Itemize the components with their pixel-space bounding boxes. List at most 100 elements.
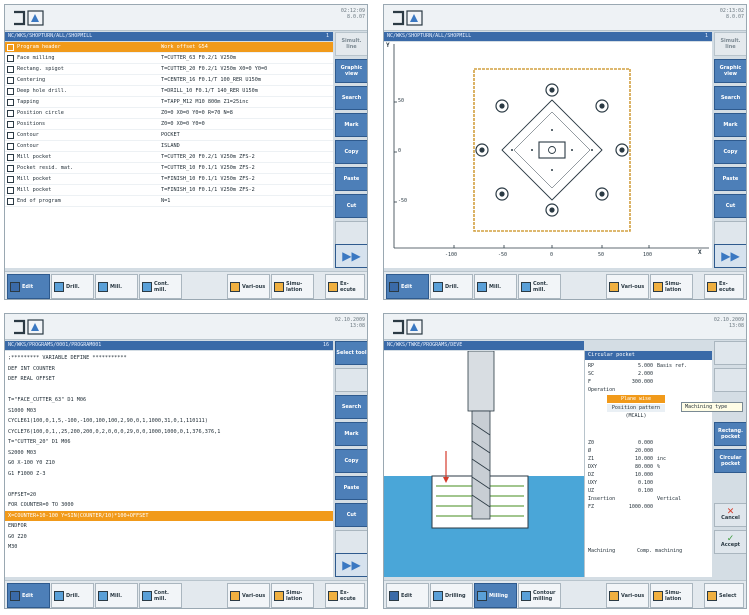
softkey-copy[interactable]: Copy xyxy=(335,449,367,473)
softkey-mark[interactable]: Mark xyxy=(714,113,746,137)
program-step-row[interactable]: Deep hole drill. T=DRILL_10 F0.1/T 140_RE… xyxy=(5,86,333,97)
code-line[interactable]: CYCLE76(100,0,1,,25,200,200,0,2,0,0,0,29… xyxy=(8,427,330,437)
softkey-drill[interactable]: Drill. xyxy=(430,274,473,299)
program-step-row[interactable]: Centering T=CENTER_16 F0.1/T 100_RER U150… xyxy=(5,75,333,86)
softkey-ex-ecute[interactable]: Ex-ecute xyxy=(325,583,365,608)
softkey-vari-ous[interactable]: Vari-ous xyxy=(606,274,649,299)
softkey-blank[interactable] xyxy=(335,530,367,554)
graphic-canvas[interactable]: Y X 50 0 -50 -100 -50 0 50 100 xyxy=(384,42,712,268)
softkey-blank[interactable] xyxy=(335,368,367,392)
softkey-drill[interactable]: Drill. xyxy=(51,274,94,299)
code-line[interactable]: ENDFOR xyxy=(8,521,330,531)
softkey-copy[interactable]: Copy xyxy=(335,140,367,164)
softkey-cut[interactable]: Cut xyxy=(335,194,367,218)
softkey-paste[interactable]: Paste xyxy=(335,167,367,191)
softkey-cut[interactable]: Cut xyxy=(714,194,746,218)
code-line[interactable]: M30 xyxy=(8,542,330,552)
code-line[interactable]: T="FACE_CUTTER_63" D1 M06 xyxy=(8,395,330,405)
param-row[interactable]: DZ 10.000 xyxy=(585,471,712,479)
program-step-row[interactable]: Tapping T=TAPP_M12 M10 800m Z1=25inc xyxy=(5,97,333,108)
softkey-mill[interactable]: Mill. xyxy=(474,274,517,299)
softkey-milling[interactable]: Milling xyxy=(474,583,517,608)
code-line[interactable] xyxy=(8,385,330,395)
param-row[interactable]: DXY 80.000% xyxy=(585,463,712,471)
code-line[interactable]: DEF INT COUNTER xyxy=(8,364,330,374)
softkey-circular-pocket[interactable]: Circular pocket xyxy=(714,449,746,473)
program-step-row[interactable]: Contour POCKET xyxy=(5,130,333,141)
softkey-graphic-view[interactable]: Graphic view xyxy=(335,59,367,83)
softkey-blank[interactable] xyxy=(714,221,746,245)
code-line[interactable]: ;********* VARIABLE DEFINE *********** xyxy=(8,353,330,363)
softkey-simult-line[interactable]: Simult. line xyxy=(335,32,367,56)
softkey-select[interactable]: Select xyxy=(704,583,744,608)
param-row[interactable]: UZ 0.100 xyxy=(585,487,712,495)
code-line[interactable]: T="CUTTER_20" D1 M06 xyxy=(8,437,330,447)
param-row[interactable]: SC 2.000 xyxy=(585,370,712,378)
program-step-row[interactable]: Mill pocket T=FINISH_10 F0.1/1 V250m ZFS-… xyxy=(5,185,333,196)
softkey-edit[interactable]: Edit xyxy=(386,274,429,299)
softkey-paste[interactable]: Paste xyxy=(335,476,367,500)
softkey-copy[interactable]: Copy xyxy=(714,140,746,164)
program-step-row[interactable]: Mill pocket T=FINISH_10 F0.1/1 V250m ZFS-… xyxy=(5,174,333,185)
softkey-paste[interactable]: Paste xyxy=(714,167,746,191)
softkey-cont-mill[interactable]: Cont. mill. xyxy=(139,583,182,608)
next-page-icon[interactable]: ▶▶ xyxy=(335,244,367,268)
softkey-simult-line[interactable]: Simult. line xyxy=(714,32,746,56)
code-line[interactable]: S1000 M03 xyxy=(8,406,330,416)
program-step-row[interactable]: Position circle Z0=0 X0=0 Y0=0 R=70 N=8 xyxy=(5,108,333,119)
softkey-cont-mill[interactable]: Cont. mill. xyxy=(518,274,561,299)
gcode-editor[interactable]: ;********* VARIABLE DEFINE *********** DE… xyxy=(5,351,333,577)
softkey-rectang-pocket[interactable]: Rectang. pocket xyxy=(714,422,746,446)
code-line[interactable]: FOR COUNTER=0 TO 3000 xyxy=(8,500,330,510)
param-row[interactable]: Insertion Vertical xyxy=(585,495,712,503)
softkey-blank[interactable] xyxy=(335,221,367,245)
code-line[interactable]: G0 Z20 xyxy=(8,532,330,542)
next-page-icon[interactable]: ▶▶ xyxy=(714,244,746,268)
accept-button[interactable]: ✓ Accept xyxy=(714,530,746,554)
next-page-icon[interactable]: ▶▶ xyxy=(335,553,367,577)
code-line[interactable]: G1 F1000 Z-3 xyxy=(8,469,330,479)
param-row[interactable]: FZ 1000.000 xyxy=(585,503,712,511)
softkey-edit[interactable]: Edit xyxy=(7,583,50,608)
softkey-ex-ecute[interactable]: Ex-ecute xyxy=(325,274,365,299)
program-step-row[interactable]: Face milling T=CUTTER_63 F0.2/1 V250m xyxy=(5,53,333,64)
softkey-vari-ous[interactable]: Vari-ous xyxy=(606,583,649,608)
code-line[interactable]: OFFSET=20 xyxy=(8,490,330,500)
program-step-row[interactable]: Mill pocket T=CUTTER_20 F0.2/1 V250m ZFS-… xyxy=(5,152,333,163)
program-step-row[interactable]: Program header Work offset G54 xyxy=(5,42,333,53)
softkey-vari-ous[interactable]: Vari-ous xyxy=(227,583,270,608)
cancel-button[interactable]: ✕ Cancel xyxy=(714,503,746,527)
machining-row[interactable]: Machining Comp. machining xyxy=(585,547,712,555)
softkey-graphic-view[interactable]: Graphic view xyxy=(714,59,746,83)
param-row[interactable]: Z1 10.000 inc xyxy=(585,455,712,463)
program-step-row[interactable]: End of program N=1 xyxy=(5,196,333,207)
pattern-select[interactable]: Position pattern (MCALL) xyxy=(607,404,665,419)
softkey-blank[interactable] xyxy=(714,341,746,365)
softkey-cont-mill[interactable]: Cont. mill. xyxy=(139,274,182,299)
param-row[interactable]: UXY 0.100 xyxy=(585,479,712,487)
code-line[interactable]: G0 X-100 Y0 Z10 xyxy=(8,458,330,468)
softkey-drilling[interactable]: Drilling xyxy=(430,583,473,608)
softkey-simu-lation[interactable]: Simu-lation xyxy=(271,274,314,299)
param-row[interactable]: Z0 0.000 xyxy=(585,439,712,447)
softkey-simu-lation[interactable]: Simu-lation xyxy=(650,583,693,608)
code-line[interactable]: X=COUNTER+10-100 Y=SIN(COUNTER/10)*100+O… xyxy=(5,510,333,521)
code-line[interactable]: CYCLE61(100,0,1,5,-100,-100,100,100,2,90… xyxy=(8,416,330,426)
softkey-mark[interactable]: Mark xyxy=(335,113,367,137)
softkey-contour-milling[interactable]: Contour milling xyxy=(518,583,561,608)
program-step-row[interactable]: Pocket resid. mat. T=CUTTER_10 F0.1/1 V25… xyxy=(5,163,333,174)
program-step-row[interactable]: Contour ISLAND xyxy=(5,141,333,152)
softkey-drill[interactable]: Drill. xyxy=(51,583,94,608)
program-step-row[interactable]: Rectang. spigot T=CUTTER_20 F0.2/1 V250m … xyxy=(5,64,333,75)
param-row[interactable]: F 300.000 xyxy=(585,378,712,386)
softkey-simu-lation[interactable]: Simu-lation xyxy=(650,274,693,299)
softkey-search[interactable]: Search xyxy=(714,86,746,110)
softkey-blank[interactable] xyxy=(714,368,746,392)
param-row[interactable]: Ø 20.000 xyxy=(585,447,712,455)
softkey-vari-ous[interactable]: Vari-ous xyxy=(227,274,270,299)
code-line[interactable]: DEF REAL OFFSET xyxy=(8,374,330,384)
softkey-search[interactable]: Search xyxy=(335,86,367,110)
softkey-cut[interactable]: Cut xyxy=(335,503,367,527)
softkey-select-tool[interactable]: Select tool xyxy=(335,341,367,365)
param-row[interactable]: RP 5.000 Basis ref. xyxy=(585,362,712,370)
